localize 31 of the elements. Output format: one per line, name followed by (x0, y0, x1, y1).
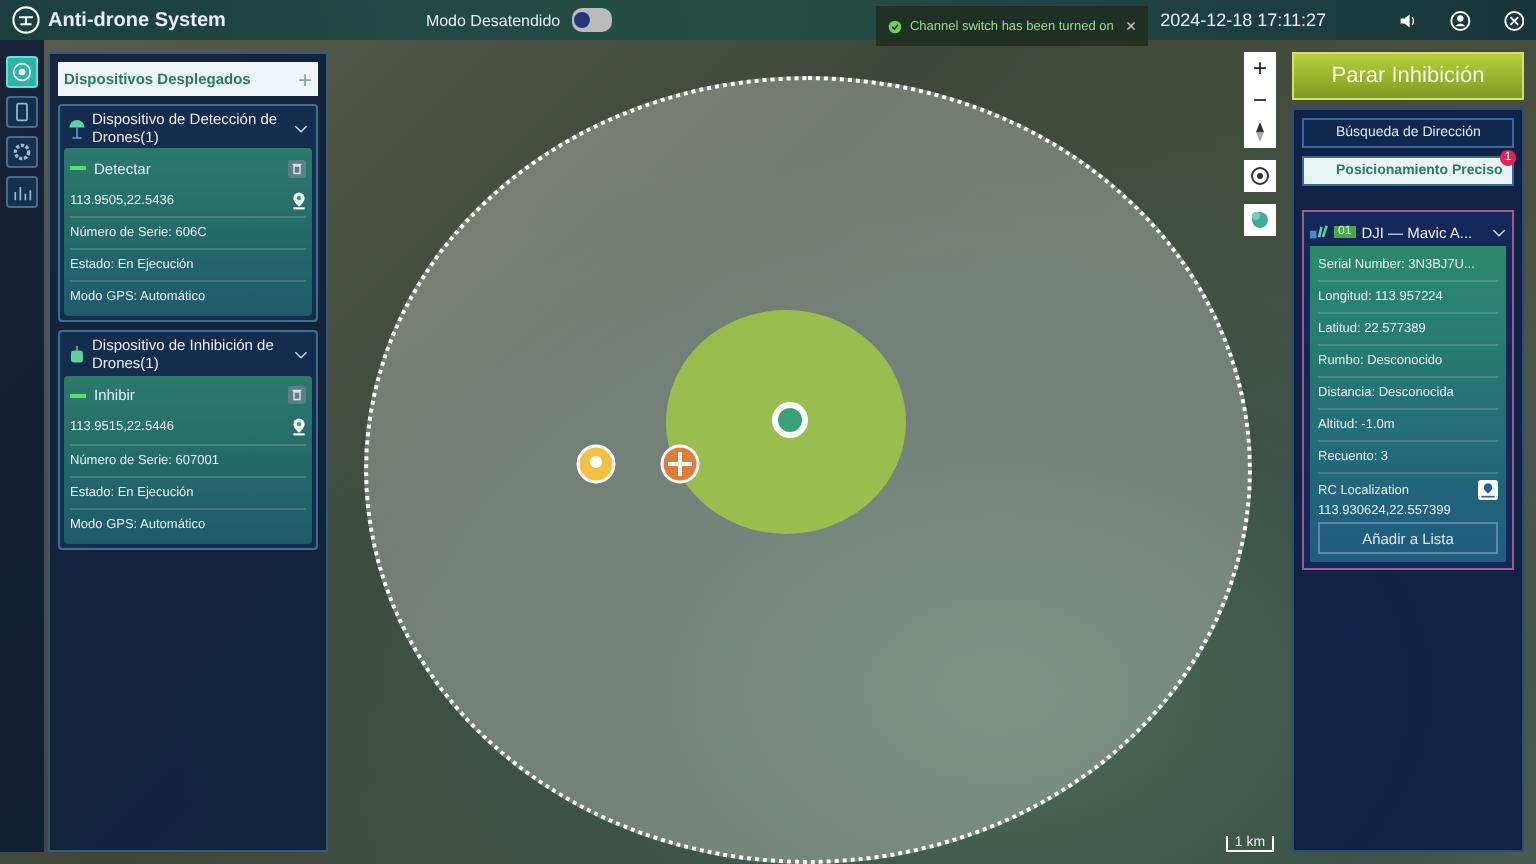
speaker-icon[interactable] (1398, 9, 1419, 31)
chevron-icon[interactable] (294, 124, 308, 135)
status-indicator (70, 166, 86, 171)
settings-icon (12, 142, 32, 162)
location-pin-icon[interactable] (1478, 480, 1498, 500)
unattended-label: Modo Desatendido (425, 11, 561, 29)
jammer-marker-icon (660, 444, 700, 484)
detector-marker-icon (576, 444, 616, 484)
phone-icon (12, 102, 32, 122)
location-pin-icon[interactable] (292, 418, 306, 436)
chevron-icon[interactable] (294, 350, 308, 361)
nav-button[interactable] (6, 96, 38, 128)
exit-icon[interactable] (1503, 9, 1524, 31)
unattended-toggle[interactable] (572, 8, 612, 32)
app-title: Anti-drone System (48, 9, 226, 31)
chevron-icon[interactable] (1492, 227, 1506, 237)
device-marker-icon (770, 400, 810, 440)
user-icon[interactable] (1450, 9, 1472, 31)
success-icon (887, 19, 902, 33)
chart-icon (12, 182, 32, 202)
jammer-icon (68, 344, 86, 367)
locate-icon[interactable] (1244, 160, 1276, 192)
datetime: 2024-12-18 17:11:27 (1160, 10, 1327, 30)
close-button[interactable]: × (1121, 16, 1137, 36)
status-indicator (70, 393, 86, 397)
delete-icon[interactable] (288, 386, 306, 404)
nav-button[interactable] (6, 176, 38, 208)
delete-icon[interactable] (288, 159, 306, 178)
location-pin-icon[interactable] (292, 191, 306, 210)
target-icon (12, 62, 32, 82)
nav-button[interactable] (6, 136, 38, 168)
